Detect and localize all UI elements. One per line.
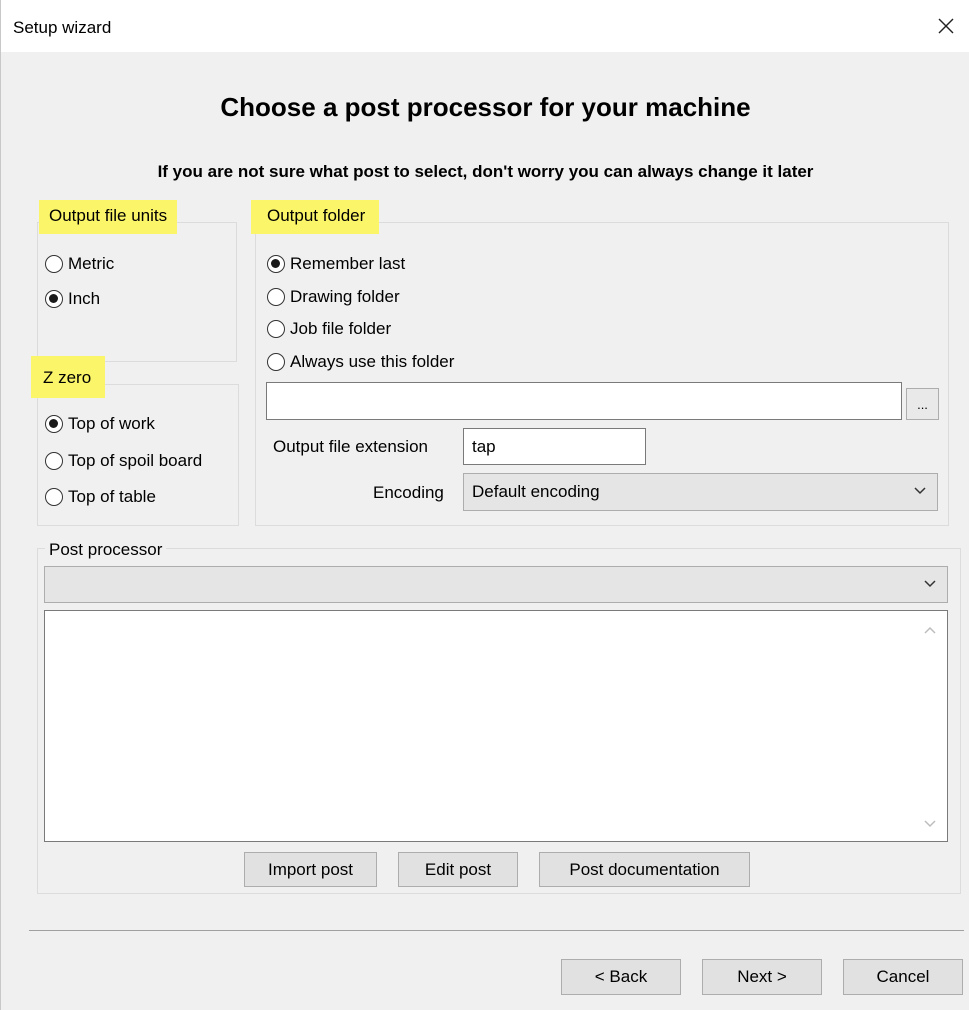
post-processor-select[interactable] [44, 566, 948, 603]
radio-dot-selected [45, 415, 63, 433]
chevron-down-icon [914, 487, 926, 495]
close-icon [938, 18, 954, 34]
page-heading: Choose a post processor for your machine [220, 92, 751, 122]
back-button[interactable]: < Back [561, 959, 681, 995]
radio-dot [45, 488, 63, 506]
radio-dot [267, 288, 285, 306]
post-processor-label: Post processor [45, 540, 167, 560]
window-title: Setup wizard [13, 18, 112, 37]
radio-remember-last[interactable]: Remember last [267, 254, 405, 274]
setup-wizard-dialog: Setup wizard Choose a post processor for… [0, 0, 969, 1010]
post-description-box[interactable] [44, 610, 948, 842]
edit-post-button[interactable]: Edit post [398, 852, 518, 887]
encoding-select[interactable]: Default encoding [463, 473, 938, 511]
output-extension-input[interactable]: tap [463, 428, 646, 465]
footer-separator [29, 930, 964, 931]
folder-path-input[interactable] [266, 382, 902, 420]
output-extension-label: Output file extension [273, 437, 428, 456]
output-folder-label: Output folder [251, 200, 380, 234]
radio-inch[interactable]: Inch [45, 289, 100, 309]
radio-top-of-work[interactable]: Top of work [45, 414, 155, 434]
radio-dot [267, 353, 285, 371]
title-bar: Setup wizard [1, 0, 969, 52]
browse-folder-button[interactable]: ... [906, 388, 939, 420]
radio-dot-selected [267, 255, 285, 273]
radio-drawing-folder[interactable]: Drawing folder [267, 287, 400, 307]
radio-top-of-table[interactable]: Top of table [45, 487, 156, 507]
radio-top-of-spoil-board[interactable]: Top of spoil board [45, 451, 202, 471]
scroll-down-icon[interactable] [923, 819, 937, 829]
radio-metric[interactable]: Metric [45, 254, 114, 274]
radio-dot-selected [45, 290, 63, 308]
radio-job-file-folder[interactable]: Job file folder [267, 319, 391, 339]
output-units-label: Output file units [39, 200, 178, 234]
radio-dot [45, 452, 63, 470]
page-subheading: If you are not sure what post to select,… [157, 162, 814, 181]
import-post-button[interactable]: Import post [244, 852, 377, 887]
scroll-up-icon[interactable] [923, 625, 937, 635]
radio-dot [45, 255, 63, 273]
z-zero-label: Z zero [31, 356, 106, 398]
radio-always-use-folder[interactable]: Always use this folder [267, 352, 454, 372]
chevron-down-icon [924, 579, 936, 587]
cancel-button[interactable]: Cancel [843, 959, 963, 995]
next-button[interactable]: Next > [702, 959, 822, 995]
close-button[interactable] [932, 12, 960, 40]
radio-dot [267, 320, 285, 338]
encoding-label: Encoding [373, 483, 444, 502]
post-documentation-button[interactable]: Post documentation [539, 852, 750, 887]
